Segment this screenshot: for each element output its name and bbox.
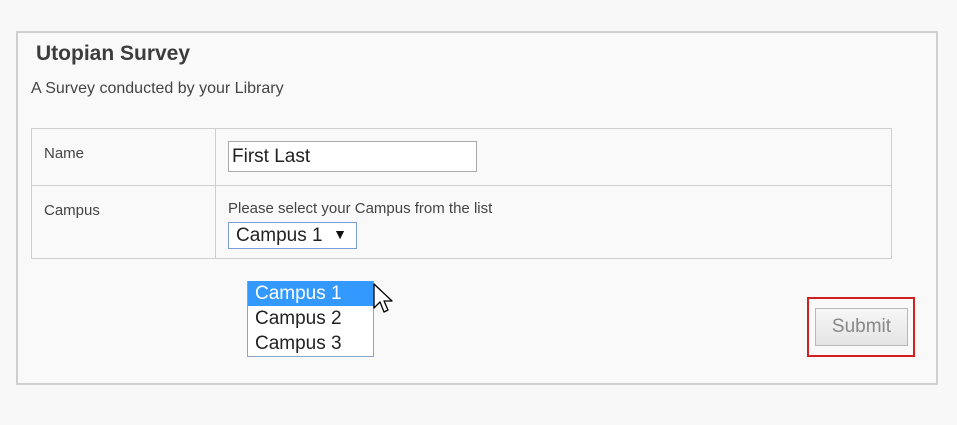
mouse-pointer-icon — [373, 283, 393, 313]
submit-button[interactable]: Submit — [815, 308, 908, 346]
campus-dropdown-list: Campus 1 Campus 2 Campus 3 — [247, 281, 374, 357]
name-input[interactable] — [228, 141, 477, 172]
survey-subtitle: A Survey conducted by your Library — [31, 80, 284, 97]
survey-title: Utopian Survey — [36, 42, 191, 65]
campus-label: Campus — [31, 185, 216, 259]
campus-option[interactable]: Campus 3 — [248, 331, 373, 356]
campus-field-cell: Please select your Campus from the list … — [215, 185, 892, 259]
chevron-down-icon: ▼ — [333, 226, 347, 242]
survey-form-table: Name Campus Please select your Campus fr… — [31, 128, 892, 259]
form-row-campus: Campus Please select your Campus from th… — [31, 185, 892, 259]
campus-option[interactable]: Campus 1 — [248, 281, 373, 306]
name-label: Name — [31, 128, 216, 186]
campus-hint: Please select your Campus from the list — [228, 200, 493, 217]
form-row-name: Name — [31, 128, 892, 186]
campus-select[interactable]: Campus 1 ▼ — [228, 222, 357, 249]
campus-option[interactable]: Campus 2 — [248, 306, 373, 331]
submit-highlight-box: Submit — [807, 297, 915, 357]
campus-select-value: Campus 1 — [236, 224, 323, 246]
name-field-cell — [215, 128, 892, 186]
